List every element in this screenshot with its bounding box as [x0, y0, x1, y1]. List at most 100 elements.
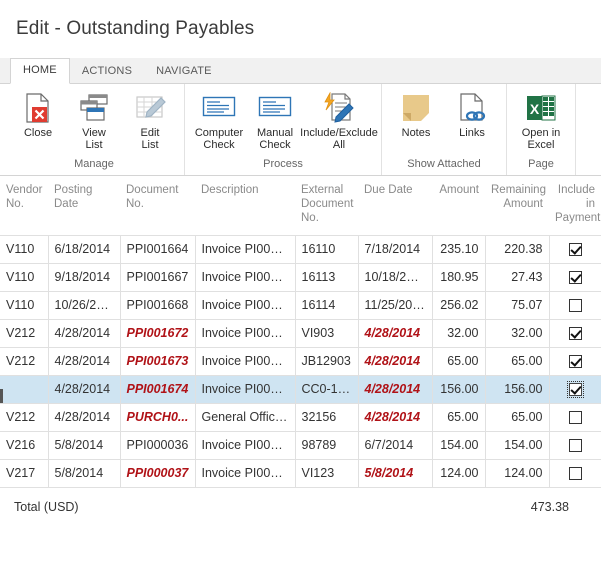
cell-remaining-amount[interactable]: 32.00 — [485, 318, 550, 348]
cell-vendor-no[interactable]: V212 — [0, 402, 49, 432]
cell-include-in-payment[interactable] — [549, 234, 601, 264]
cell-document-no[interactable]: PPI000037 — [120, 458, 196, 488]
cell-amount[interactable]: 154.00 — [432, 430, 486, 460]
cell-document-no[interactable]: PPI001673 — [120, 346, 196, 376]
cell-amount[interactable]: 65.00 — [432, 402, 486, 432]
cell-remaining-amount[interactable]: 65.00 — [485, 346, 550, 376]
include-in-payment-checkbox[interactable] — [568, 298, 582, 312]
table-row[interactable]: 4/28/2014 PPI001674 Invoice PI000090 CC0-12… — [0, 374, 601, 404]
cell-remaining-amount[interactable]: 220.38 — [485, 234, 550, 264]
cell-include-in-payment[interactable] — [549, 458, 601, 488]
cell-document-no[interactable]: PPI001674 — [120, 374, 196, 404]
ribbon-button-notes[interactable]: Notes — [388, 89, 444, 140]
column-header-description[interactable]: Description — [195, 177, 295, 235]
cell-posting-date[interactable]: 4/28/2014 — [48, 402, 121, 432]
ribbon-button-close[interactable]: Close — [10, 89, 66, 140]
cell-include-in-payment[interactable] — [549, 346, 601, 376]
cell-posting-date[interactable]: 5/8/2014 — [48, 458, 121, 488]
cell-amount[interactable]: 180.95 — [432, 262, 486, 292]
cell-due-date[interactable]: 4/28/2014 — [358, 318, 433, 348]
cell-remaining-amount[interactable]: 124.00 — [485, 458, 550, 488]
cell-posting-date[interactable]: 4/28/2014 — [48, 346, 121, 376]
cell-due-date[interactable]: 4/28/2014 — [358, 346, 433, 376]
cell-remaining-amount[interactable]: 75.07 — [485, 290, 550, 320]
cell-include-in-payment[interactable] — [549, 374, 601, 404]
cell-amount[interactable]: 235.10 — [432, 234, 486, 264]
table-row[interactable]: V212 4/28/2014 PPI001672 Invoice PI000088 VI… — [0, 318, 601, 348]
cell-document-no[interactable]: PURCH0... — [120, 402, 196, 432]
column-header-external-document-no[interactable]: External Document No. — [295, 177, 358, 235]
cell-vendor-no[interactable]: V110 — [0, 290, 49, 320]
include-in-payment-checkbox[interactable] — [568, 466, 582, 480]
cell-external-document-no[interactable]: CC0-123 — [295, 374, 359, 404]
include-in-payment-checkbox[interactable] — [568, 270, 582, 284]
cell-document-no[interactable]: PPI001672 — [120, 318, 196, 348]
cell-external-document-no[interactable]: 16114 — [295, 290, 359, 320]
cell-include-in-payment[interactable] — [549, 402, 601, 432]
table-row[interactable]: V212 4/28/2014 PPI001673 Invoice PI000089 JB… — [0, 346, 601, 376]
cell-description[interactable]: Invoice PI000072 — [195, 290, 296, 320]
ribbon-button-include-exclude-all[interactable]: Include/Exclude All — [300, 89, 378, 151]
ribbon-tab-home[interactable]: HOME — [10, 58, 70, 84]
cell-posting-date[interactable]: 9/18/2014 — [48, 262, 121, 292]
cell-due-date[interactable]: 7/18/2014 — [358, 234, 433, 264]
cell-include-in-payment[interactable] — [549, 290, 601, 320]
ribbon-button-open-in-excel[interactable]: X Open in Excel — [513, 89, 569, 151]
include-in-payment-checkbox[interactable] — [568, 354, 582, 368]
cell-posting-date[interactable]: 6/18/2014 — [48, 234, 121, 264]
cell-due-date[interactable]: 6/7/2014 — [358, 430, 433, 460]
cell-external-document-no[interactable]: 16110 — [295, 234, 359, 264]
cell-description[interactable]: Invoice PI000068 — [195, 234, 296, 264]
ribbon-tab-navigate[interactable]: NAVIGATE — [144, 60, 224, 84]
column-header-document-no[interactable]: Document No. — [120, 177, 195, 235]
cell-amount[interactable]: 65.00 — [432, 346, 486, 376]
table-row[interactable]: V216 5/8/2014 PPI000036 Invoice PI000010 987… — [0, 430, 601, 460]
include-in-payment-checkbox[interactable] — [568, 326, 582, 340]
ribbon-tab-actions[interactable]: ACTIONS — [70, 60, 144, 84]
ribbon-button-computer-check[interactable]: Computer Check — [191, 89, 247, 151]
cell-posting-date[interactable]: 10/26/2014 — [48, 290, 121, 320]
table-row[interactable]: V110 9/18/2014 PPI001667 Invoice PI000071 16… — [0, 262, 601, 292]
column-header-due-date[interactable]: Due Date — [358, 177, 432, 235]
cell-document-no[interactable]: PPI001664 — [120, 234, 196, 264]
table-row[interactable]: V110 6/18/2014 PPI001664 Invoice PI000068 16… — [0, 234, 601, 264]
include-in-payment-checkbox[interactable] — [568, 242, 582, 256]
cell-document-no[interactable]: PPI001667 — [120, 262, 196, 292]
cell-document-no[interactable]: PPI000036 — [120, 430, 196, 460]
cell-description[interactable]: Invoice PI000090 — [195, 374, 296, 404]
cell-description[interactable]: Invoice PI000071 — [195, 262, 296, 292]
cell-vendor-no[interactable]: V212 — [0, 318, 49, 348]
cell-posting-date[interactable]: 5/8/2014 — [48, 430, 121, 460]
cell-amount[interactable]: 156.00 — [432, 374, 486, 404]
cell-vendor-no[interactable]: V216 — [0, 430, 49, 460]
cell-due-date[interactable]: 11/25/2014 — [358, 290, 433, 320]
cell-external-document-no[interactable]: 32156 — [295, 402, 359, 432]
cell-amount[interactable]: 32.00 — [432, 318, 486, 348]
cell-external-document-no[interactable]: VI903 — [295, 318, 359, 348]
cell-document-no[interactable]: PPI001668 — [120, 290, 196, 320]
cell-vendor-no[interactable] — [0, 374, 49, 404]
column-header-vendor-no[interactable]: Vendor No. — [0, 177, 48, 235]
ribbon-button-links[interactable]: Links — [444, 89, 500, 140]
cell-vendor-no[interactable]: V110 — [0, 234, 49, 264]
include-in-payment-checkbox[interactable] — [566, 380, 584, 398]
cell-due-date[interactable]: 4/28/2014 — [358, 402, 433, 432]
cell-include-in-payment[interactable] — [549, 262, 601, 292]
cell-posting-date[interactable]: 4/28/2014 — [48, 374, 121, 404]
cell-include-in-payment[interactable] — [549, 430, 601, 460]
cell-due-date[interactable]: 10/18/2014 — [358, 262, 433, 292]
cell-amount[interactable]: 256.02 — [432, 290, 486, 320]
cell-vendor-no[interactable]: V217 — [0, 458, 49, 488]
column-header-posting-date[interactable]: Posting Date — [48, 177, 120, 235]
table-row[interactable]: V110 10/26/2014 PPI001668 Invoice PI000072 1… — [0, 290, 601, 320]
cell-external-document-no[interactable]: 98789 — [295, 430, 359, 460]
column-header-remaining-amount[interactable]: Remaining Amount — [485, 177, 549, 235]
include-in-payment-checkbox[interactable] — [568, 410, 582, 424]
cell-external-document-no[interactable]: VI123 — [295, 458, 359, 488]
cell-external-document-no[interactable]: JB12903 — [295, 346, 359, 376]
cell-description[interactable]: Invoice PI000088 — [195, 318, 296, 348]
cell-due-date[interactable]: 4/28/2014 — [358, 374, 433, 404]
cell-description[interactable]: Invoice PI000089 — [195, 346, 296, 376]
cell-remaining-amount[interactable]: 154.00 — [485, 430, 550, 460]
ribbon-button-view-list[interactable]: View List — [66, 89, 122, 151]
